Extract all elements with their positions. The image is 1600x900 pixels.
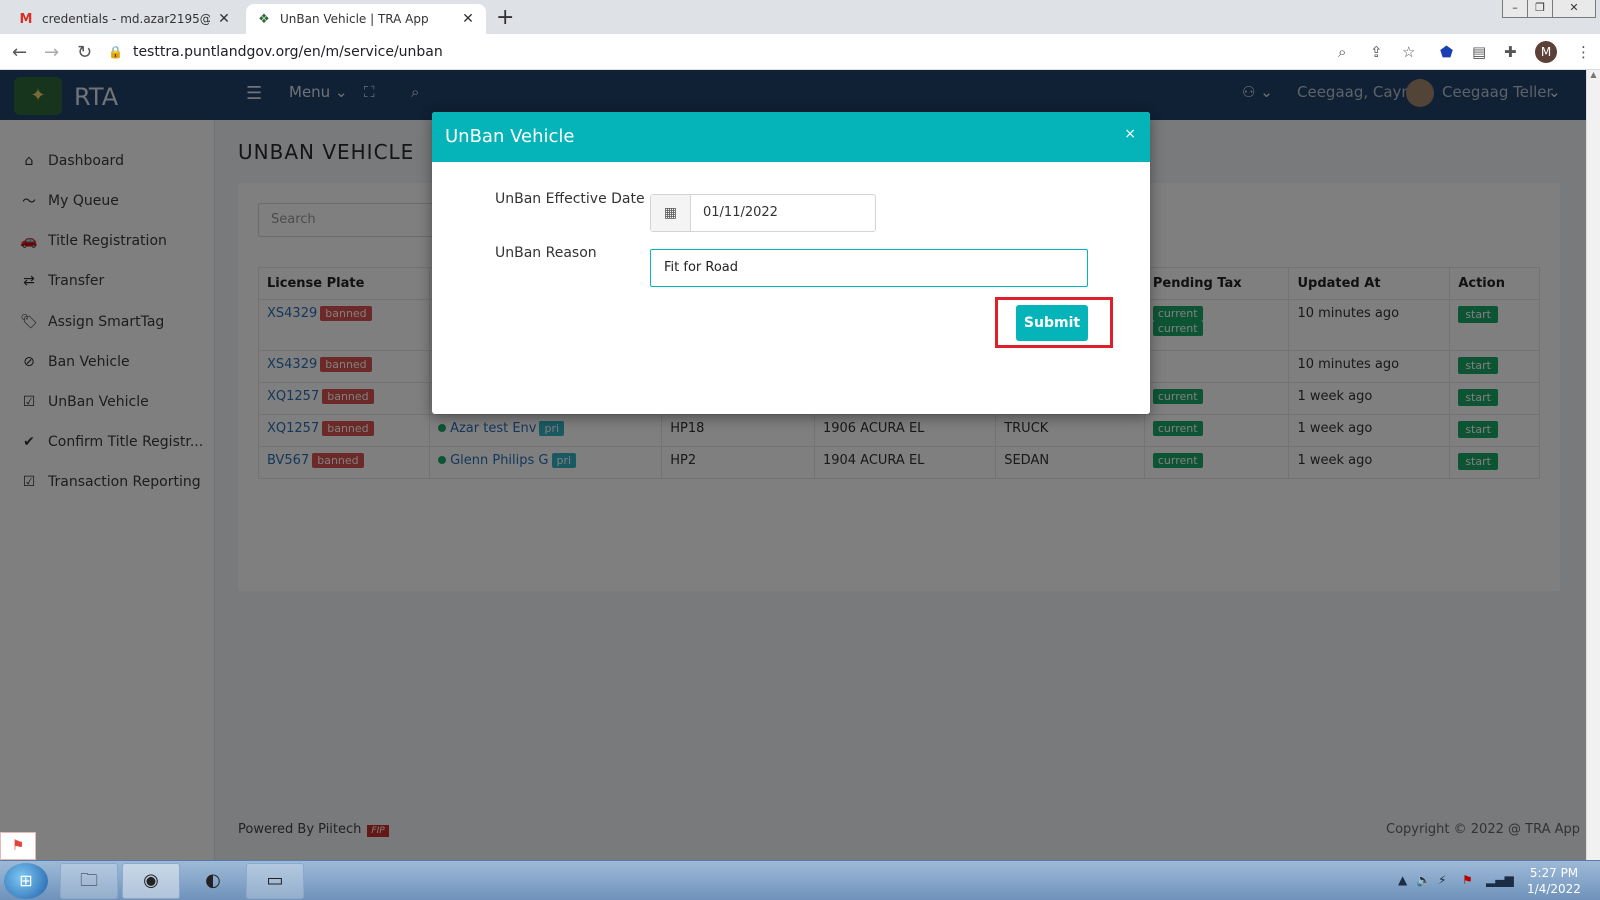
tra-favicon: ❖: [258, 11, 270, 27]
network-icon[interactable]: ⚡: [1438, 873, 1446, 887]
back-icon[interactable]: ←: [12, 42, 27, 63]
reload-icon[interactable]: ↻: [77, 42, 92, 63]
file-explorer-icon[interactable]: 🗀: [60, 863, 118, 899]
star-icon[interactable]: ☆: [1402, 43, 1415, 61]
puzzle-icon[interactable]: ✚: [1504, 43, 1517, 61]
tab-gmail[interactable]: M credentials - md.azar2195@gmai ✕: [8, 4, 242, 34]
extension-shield-icon[interactable]: ⬟: [1440, 43, 1453, 61]
signal-icon[interactable]: ▂▄▆: [1486, 873, 1514, 887]
show-hidden-icons[interactable]: ▲: [1398, 873, 1407, 887]
calendar-icon[interactable]: ▦: [651, 195, 691, 231]
close-tab-icon[interactable]: ✕: [216, 11, 232, 27]
new-tab-button[interactable]: +: [496, 5, 514, 30]
lock-icon: 🔒: [108, 45, 123, 59]
unban-vehicle-modal: UnBan Vehicle × UnBan Effective Date ▦ 0…: [432, 112, 1150, 414]
restore-window-button[interactable]: ❐: [1527, 0, 1553, 18]
windows-taskbar: ⊞ 🗀 ◉ ◐ ▭ ▲ 🔈 ⚡ ⚑ ▂▄▆ 5:27 PM 1/4/2022: [0, 860, 1600, 900]
unban-reason-input[interactable]: Fit for Road: [650, 249, 1088, 287]
modal-header: UnBan Vehicle ×: [432, 112, 1150, 162]
clock-date: 1/4/2022: [1527, 882, 1581, 896]
modal-title: UnBan Vehicle: [445, 126, 575, 147]
scroll-up-icon[interactable]: ▲: [1587, 70, 1600, 79]
tab-tra-app[interactable]: ❖ UnBan Vehicle | TRA App ✕: [246, 4, 486, 34]
chrome-icon[interactable]: ◉: [122, 863, 180, 899]
close-tab-icon[interactable]: ✕: [460, 11, 476, 27]
unban-date-label: UnBan Effective Date: [495, 191, 645, 207]
url-text: testtra.puntlandgov.org/en/m/service/unb…: [132, 44, 443, 60]
submit-button[interactable]: Submit: [1016, 305, 1088, 341]
page-scrollbar[interactable]: ▲: [1586, 70, 1600, 860]
edge-icon[interactable]: ◐: [184, 863, 242, 899]
profile-avatar[interactable]: M: [1535, 41, 1557, 63]
unban-date-value[interactable]: 01/11/2022: [691, 195, 790, 231]
taskbar-clock[interactable]: 5:27 PM 1/4/2022: [1514, 865, 1594, 897]
tab-label: credentials - md.azar2195@gmai: [42, 12, 210, 26]
zoom-icon[interactable]: ⌕: [1338, 43, 1346, 61]
tab-label: UnBan Vehicle | TRA App: [280, 12, 429, 26]
browser-tab-bar: M credentials - md.azar2195@gmai ✕ ❖ UnB…: [0, 0, 1600, 34]
laravel-debugbar-icon[interactable]: ⚑: [0, 832, 36, 860]
minimize-window-button[interactable]: –: [1502, 0, 1528, 18]
forward-icon[interactable]: →: [44, 42, 59, 63]
kebab-menu-icon[interactable]: ⋮: [1576, 43, 1591, 61]
notepad-icon[interactable]: ▭: [246, 863, 304, 899]
start-button-icon[interactable]: ⊞: [4, 863, 48, 899]
clock-time: 5:27 PM: [1529, 866, 1579, 880]
close-window-button[interactable]: ✕: [1552, 0, 1596, 18]
action-center-icon[interactable]: ⚑: [1462, 873, 1473, 887]
volume-icon[interactable]: 🔈: [1416, 873, 1431, 887]
close-icon[interactable]: ×: [1124, 126, 1136, 142]
url-field[interactable]: 🔒 testtra.puntlandgov.org/en/m/service/u…: [108, 38, 1348, 66]
share-icon[interactable]: ⇪: [1370, 43, 1383, 61]
unban-date-field[interactable]: ▦ 01/11/2022: [650, 194, 876, 232]
gmail-icon: M: [19, 11, 33, 27]
clipboard-icon[interactable]: ▤: [1472, 43, 1486, 61]
address-bar: ← → ↻ 🔒 testtra.puntlandgov.org/en/m/ser…: [0, 34, 1600, 70]
unban-reason-label: UnBan Reason: [495, 245, 597, 261]
